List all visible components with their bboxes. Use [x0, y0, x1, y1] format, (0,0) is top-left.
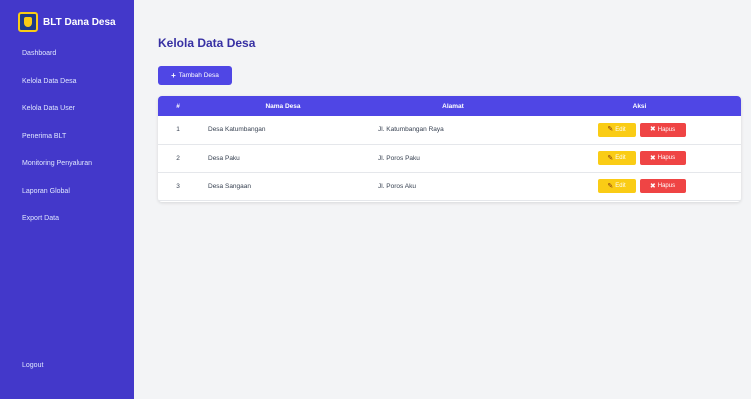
- row-alamat: Jl. Poros Paku: [378, 154, 420, 162]
- row-no: 1: [176, 126, 180, 134]
- header-aksi: Aksi: [632, 102, 647, 110]
- edit-label: Edit: [615, 126, 626, 133]
- sidebar: BLT Dana Desa Dashboard Kelola Data Desa…: [0, 0, 134, 399]
- delete-button[interactable]: ✖ Hapus: [639, 179, 686, 193]
- logout-link[interactable]: Logout: [22, 362, 43, 369]
- page-title: Kelola Data Desa: [158, 36, 256, 50]
- delete-label: Hapus: [657, 126, 676, 133]
- row-actions: ✎ Edit ✖ Hapus: [538, 116, 741, 144]
- edit-label: Edit: [615, 155, 626, 161]
- table-row: 3 Desa Sangaan Jl. Poros Aku ✎ Edit ✖ Ha…: [158, 172, 741, 200]
- add-desa-label: Tambah Desa: [178, 72, 219, 79]
- sidebar-item-dashboard[interactable]: Dashboard: [0, 40, 134, 68]
- row-no: 3: [176, 182, 180, 190]
- edit-label: Edit: [615, 183, 626, 189]
- table-row: 2 Desa Paku Jl. Poros Paku ✎ Edit ✖ Hapu…: [158, 144, 741, 172]
- header-nama-desa: Nama Desa: [265, 102, 301, 110]
- edit-button[interactable]: ✎ Edit: [597, 151, 636, 165]
- delete-button[interactable]: ✖ Hapus: [639, 151, 686, 165]
- delete-button[interactable]: ✖ Hapus: [639, 122, 686, 137]
- row-no: 2: [176, 154, 180, 162]
- row-actions: ✎ Edit ✖ Hapus: [538, 144, 741, 172]
- logo-icon: [18, 12, 38, 32]
- delete-label: Hapus: [657, 183, 676, 189]
- desa-table-card: # Nama Desa Alamat Aksi 1 Desa Katumbang…: [158, 96, 741, 202]
- row-nama-desa: Desa Katumbangan: [208, 126, 266, 134]
- table-row: 1 Desa Katumbangan Jl. Katumbangan Raya …: [158, 116, 741, 144]
- sidebar-nav: Dashboard Kelola Data Desa Kelola Data U…: [0, 40, 134, 233]
- sidebar-item-kelola-data-desa[interactable]: Kelola Data Desa: [0, 68, 134, 96]
- row-alamat: Jl. Katumbangan Raya: [378, 126, 444, 134]
- row-alamat: Jl. Poros Aku: [378, 182, 416, 190]
- plus-icon: +: [171, 70, 176, 80]
- brand[interactable]: BLT Dana Desa: [18, 10, 134, 34]
- trash-icon: ✖: [649, 154, 656, 162]
- trash-icon: ✖: [649, 126, 656, 134]
- edit-button[interactable]: ✎ Edit: [597, 122, 636, 137]
- sidebar-item-laporan-global[interactable]: Laporan Global: [0, 178, 134, 206]
- brand-title: BLT Dana Desa: [43, 16, 116, 28]
- sidebar-item-penerima-blt[interactable]: Penerima BLT: [0, 123, 134, 151]
- add-desa-button[interactable]: + Tambah Desa: [158, 66, 232, 85]
- row-actions: ✎ Edit ✖ Hapus: [538, 172, 741, 200]
- sidebar-item-export-data[interactable]: Export Data: [0, 205, 134, 233]
- delete-label: Hapus: [657, 155, 676, 161]
- edit-button[interactable]: ✎ Edit: [597, 179, 636, 193]
- desa-table: # Nama Desa Alamat Aksi 1 Desa Katumbang…: [158, 96, 741, 201]
- row-nama-desa: Desa Paku: [208, 154, 240, 162]
- header-no: #: [176, 102, 180, 110]
- sidebar-item-kelola-data-user[interactable]: Kelola Data User: [0, 95, 134, 123]
- pencil-icon: ✎: [607, 182, 614, 190]
- sidebar-item-monitoring-penyaluran[interactable]: Monitoring Penyaluran: [0, 150, 134, 178]
- main-content: Kelola Data Desa + Tambah Desa # Nama De…: [134, 0, 751, 399]
- table-header: # Nama Desa Alamat Aksi: [158, 96, 741, 116]
- header-alamat: Alamat: [442, 102, 464, 110]
- trash-icon: ✖: [649, 182, 656, 190]
- row-nama-desa: Desa Sangaan: [208, 182, 252, 190]
- pencil-icon: ✎: [607, 126, 614, 134]
- pencil-icon: ✎: [607, 154, 614, 162]
